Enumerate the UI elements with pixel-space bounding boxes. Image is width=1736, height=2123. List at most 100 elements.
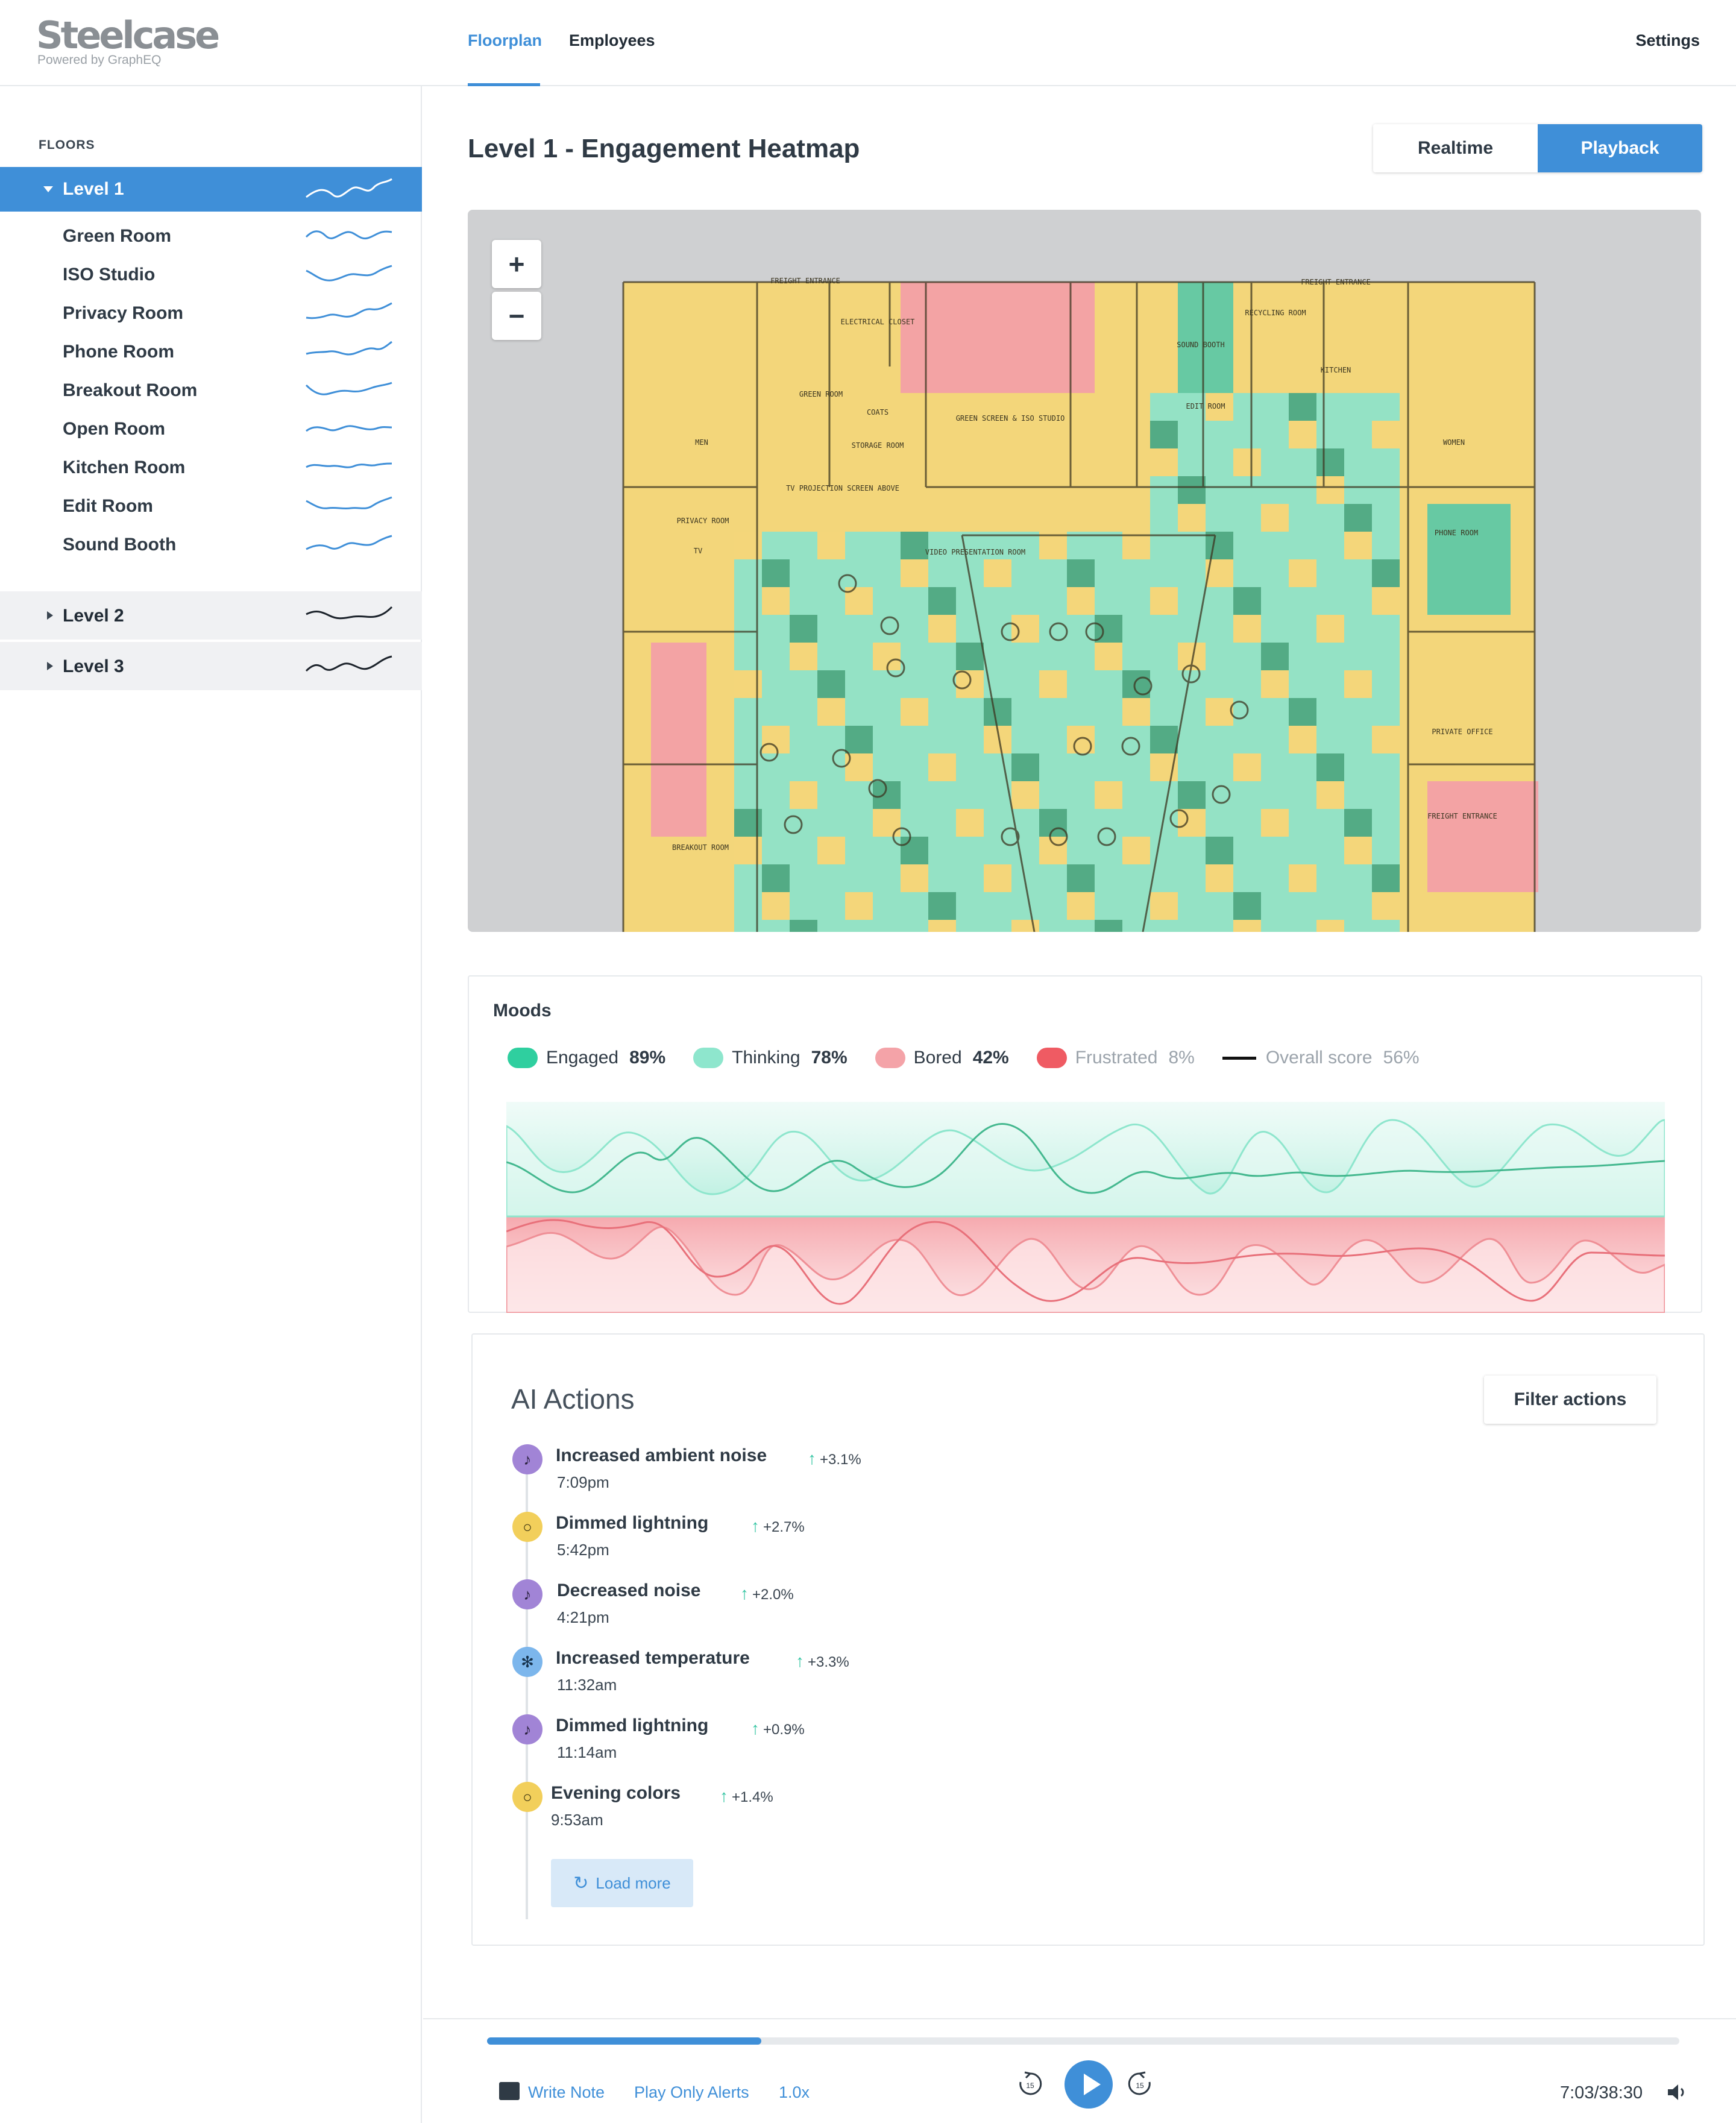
legend-thinking[interactable]: Thinking 78%	[693, 1048, 848, 1068]
heatmap-cell	[873, 698, 901, 726]
action-item[interactable]: ♪ Decreased noise ↑ +2.0% 4:21pm	[510, 1579, 1052, 1640]
heatmap-cell	[1150, 448, 1178, 476]
heatmap-cell	[1095, 726, 1122, 753]
sidebar-item-room[interactable]: Edit Room	[0, 488, 422, 526]
legend-overall-score[interactable]: Overall score 56%	[1222, 1048, 1420, 1068]
heatmap-cell	[1427, 587, 1455, 615]
heatmap-cell	[1206, 310, 1233, 338]
heatmap-cell	[1316, 587, 1344, 615]
playback-progress-track[interactable]	[487, 2037, 1679, 2045]
heatmap-cell	[1261, 781, 1289, 809]
settings-link[interactable]: Settings	[1635, 31, 1700, 50]
action-item[interactable]: ♪ Dimmed lightning ↑ +0.9% 11:14am	[510, 1714, 1052, 1775]
chevron-right-icon	[47, 662, 53, 670]
skip-forward-icon[interactable]: 15	[1126, 2070, 1154, 2098]
heatmap-cell	[1261, 643, 1289, 670]
sidebar-item-room[interactable]: Kitchen Room	[0, 449, 422, 488]
play-button[interactable]	[1065, 2060, 1113, 2109]
play-only-alerts-link[interactable]: Play Only Alerts	[634, 2083, 749, 2102]
write-note-link[interactable]: Write Note	[528, 2083, 605, 2102]
floorplan-room-label: PHONE ROOM	[1435, 529, 1478, 537]
heatmap-cell	[679, 781, 706, 809]
sidebar-item-level-2[interactable]: Level 2	[0, 591, 422, 640]
action-item[interactable]: ○ Evening colors ↑ +1.4% 9:53am	[510, 1782, 1052, 1842]
heatmap-cell	[928, 365, 956, 393]
arrow-up-icon: ↑	[808, 1449, 816, 1468]
heatmap-cell	[1011, 753, 1039, 781]
heatmap-cell	[956, 809, 984, 837]
heatmap-cell	[679, 726, 706, 753]
sidebar-item-room[interactable]: Privacy Room	[0, 295, 422, 333]
floorplan-room-label: SOUND BOOTH	[1177, 341, 1224, 349]
playback-button[interactable]: Playback	[1538, 124, 1702, 172]
heatmap-cell	[873, 726, 901, 753]
action-item[interactable]: ✻ Increased temperature ↑ +3.3% 11:32am	[510, 1647, 1052, 1707]
floors-sidebar: FLOORS Level 1 Green Room ISO Studio Priva…	[0, 86, 422, 2123]
page-title: Level 1 - Engagement Heatmap	[468, 134, 860, 163]
action-item[interactable]: ♪ Increased ambient noise ↑ +3.1% 7:09pm	[510, 1444, 1052, 1505]
action-item[interactable]: ○ Dimmed lightning ↑ +2.7% 5:42pm	[510, 1512, 1052, 1572]
heatmap-cell	[1344, 781, 1372, 809]
tab-employees[interactable]: Employees	[569, 31, 655, 50]
playback-time: 7:03/38:30	[1560, 2083, 1643, 2103]
heatmap-cell	[1150, 587, 1178, 615]
heatmap-cell	[1372, 781, 1400, 809]
sidebar-item-room[interactable]: Breakout Room	[0, 372, 422, 410]
floorplan-heatmap[interactable]: FREIGHT ENTRANCE ELECTRICAL CLOSET GREEN R…	[468, 210, 1701, 932]
heatmap-cell	[1455, 837, 1483, 864]
heatmap-cell	[1233, 559, 1261, 587]
heatmap-cell	[1233, 532, 1261, 559]
tab-floorplan[interactable]: Floorplan	[468, 31, 542, 50]
heatmap-cell	[1261, 476, 1289, 504]
action-delta: ↑ +2.0%	[740, 1584, 794, 1603]
sidebar-item-room[interactable]: Open Room	[0, 410, 422, 449]
action-time: 5:42pm	[557, 1541, 609, 1559]
legend-frustrated[interactable]: Frustrated 8%	[1036, 1048, 1195, 1068]
sparkline-icon	[306, 606, 393, 620]
speed-selector[interactable]: 1.0x	[779, 2083, 810, 2102]
sidebar-item-level-1[interactable]: Level 1	[0, 167, 422, 212]
brand-logo[interactable]: Steelcase Powered by GraphEQ	[36, 14, 220, 68]
heatmap-cell	[1372, 670, 1400, 698]
sidebar-item-room[interactable]: Green Room	[0, 218, 422, 256]
heatmap-cell	[1261, 698, 1289, 726]
heatmap-cell	[1039, 282, 1067, 310]
sidebar-item-room[interactable]: Phone Room	[0, 333, 422, 372]
heatmap-cell	[984, 365, 1011, 393]
heatmap-cell	[1095, 920, 1122, 932]
note-icon[interactable]	[499, 2082, 520, 2100]
zoom-out-button[interactable]: −	[492, 292, 541, 340]
heatmap-cell	[817, 864, 845, 892]
skip-back-icon[interactable]: 15	[1016, 2070, 1044, 2098]
heatmap-cell	[956, 282, 984, 310]
heatmap-cell	[845, 698, 873, 726]
heatmap-cell	[928, 587, 956, 615]
heatmap-cell	[1039, 864, 1067, 892]
heatmap-cell	[817, 587, 845, 615]
sidebar-item-level-3[interactable]: Level 3	[0, 642, 422, 690]
floorplan-room-label: KITCHEN	[1321, 366, 1351, 374]
heatmap-cell	[1316, 643, 1344, 670]
sidebar-item-room[interactable]: ISO Studio	[0, 256, 422, 295]
legend-bored[interactable]: Bored 42%	[875, 1048, 1009, 1068]
realtime-button[interactable]: Realtime	[1373, 124, 1538, 172]
volume-icon[interactable]	[1666, 2082, 1688, 2103]
heatmap-cell	[1095, 559, 1122, 587]
heatmap-canvas[interactable]: FREIGHT ENTRANCE ELECTRICAL CLOSET GREEN R…	[468, 210, 1701, 932]
heatmap-cell	[956, 726, 984, 753]
action-time: 7:09pm	[557, 1473, 609, 1491]
heatmap-cell	[1039, 892, 1067, 920]
filter-actions-button[interactable]: Filter actions	[1484, 1376, 1656, 1424]
heatmap-cell	[1372, 809, 1400, 837]
heatmap-cell	[1233, 476, 1261, 504]
room-label: Sound Booth	[63, 535, 177, 555]
moods-chart[interactable]	[506, 1102, 1665, 1313]
heatmap-cell	[901, 338, 928, 365]
legend-swatch	[1036, 1048, 1067, 1068]
zoom-in-button[interactable]: +	[492, 240, 541, 288]
legend-engaged[interactable]: Engaged 89%	[508, 1048, 665, 1068]
sidebar-item-room[interactable]: Sound Booth	[0, 526, 422, 565]
load-more-button[interactable]: ↻ Load more	[551, 1859, 693, 1907]
heatmap-cell	[1316, 753, 1344, 781]
heatmap-cell	[928, 726, 956, 753]
